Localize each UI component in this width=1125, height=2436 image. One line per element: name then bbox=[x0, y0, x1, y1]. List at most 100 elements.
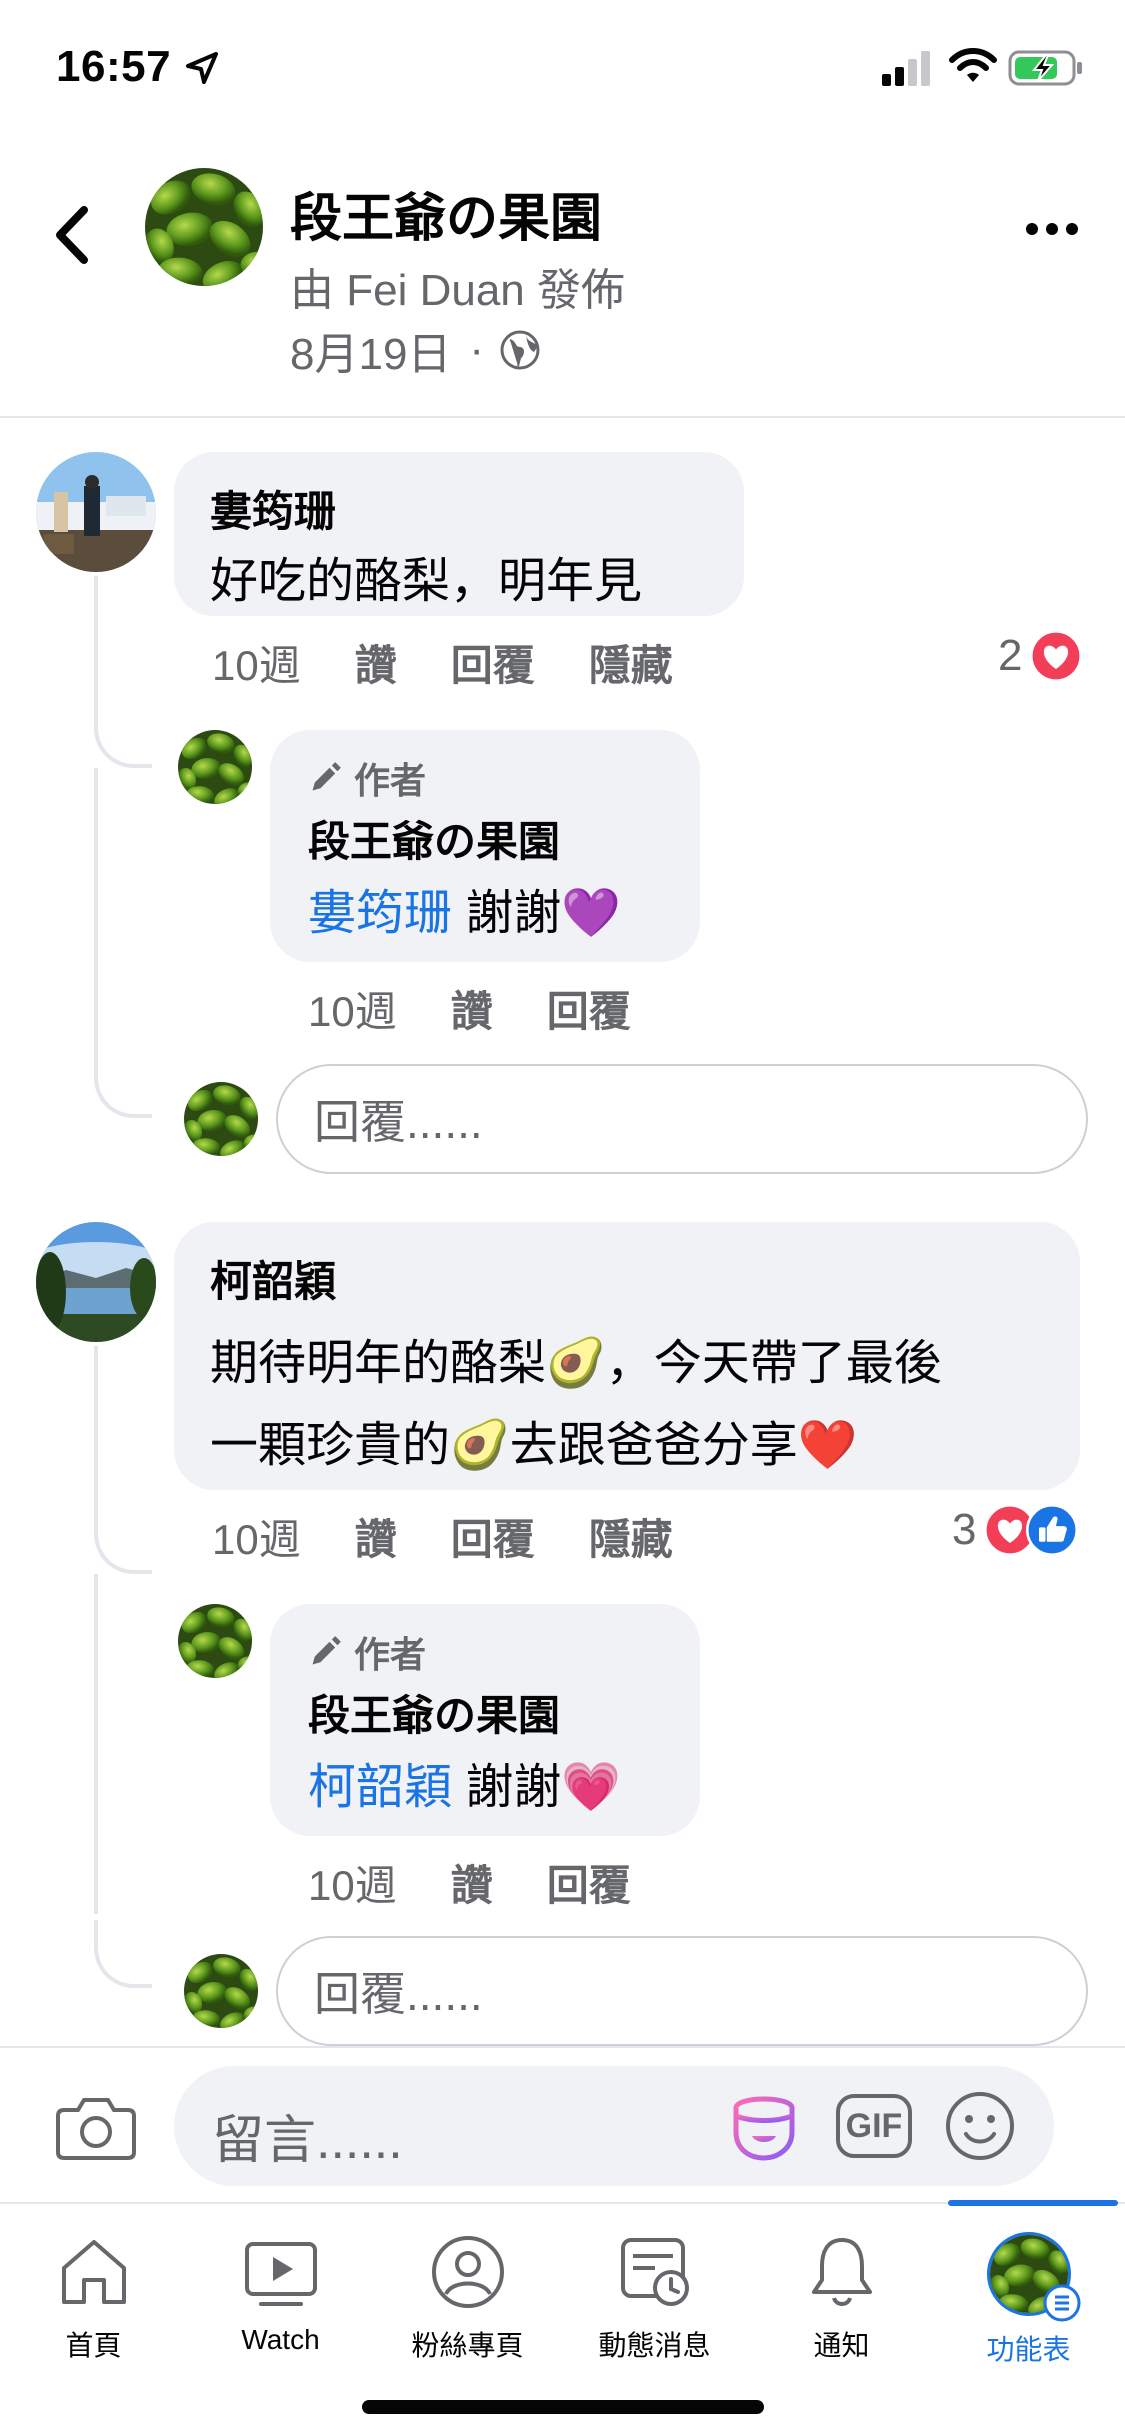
mention-link[interactable]: 婁筠珊 bbox=[308, 887, 452, 940]
page-avatar-small[interactable] bbox=[178, 730, 252, 804]
emoji-icon[interactable] bbox=[944, 2090, 1016, 2162]
thread-line bbox=[94, 1346, 98, 1516]
globe-icon bbox=[500, 330, 540, 370]
reply-input[interactable]: 回覆...... bbox=[276, 1064, 1088, 1174]
avatar-sticker-icon[interactable] bbox=[726, 2088, 802, 2164]
reply-input[interactable]: 回覆...... bbox=[276, 1936, 1088, 2046]
reaction-count: 3 bbox=[952, 1505, 977, 1554]
reply-message: 謝謝💜 bbox=[452, 887, 622, 940]
author-badge: 作者 bbox=[308, 752, 700, 804]
hide-button[interactable]: 隱藏 bbox=[589, 632, 673, 693]
page-avatar[interactable] bbox=[145, 168, 263, 286]
feeds-icon bbox=[620, 2238, 689, 2306]
bottom-tab-bar: 首頁 Watch 粉絲專頁 動態消息 通知 功能表 bbox=[0, 2200, 1125, 2436]
like-button[interactable]: 讚 bbox=[355, 632, 397, 693]
reply-button[interactable]: 回覆 bbox=[547, 1852, 631, 1913]
reply-text: 柯韶穎 謝謝💗 bbox=[308, 1747, 700, 1817]
battery-icon bbox=[1008, 50, 1082, 86]
reply-button[interactable]: 回覆 bbox=[451, 1506, 535, 1567]
reaction-summary[interactable]: 2 bbox=[998, 630, 1082, 682]
love-reaction-icon bbox=[1030, 630, 1082, 682]
hamburger-badge-icon bbox=[1043, 2284, 1080, 2322]
page-avatar-small[interactable] bbox=[178, 1604, 252, 1678]
like-reaction-icon bbox=[1026, 1504, 1078, 1556]
comment-time: 10週 bbox=[212, 1516, 301, 1563]
commenter-avatar[interactable] bbox=[36, 1222, 156, 1342]
status-bar: 16:57 bbox=[0, 0, 1125, 140]
comment-input-placeholder: 留言...... bbox=[212, 2112, 403, 2170]
page-title[interactable]: 段王爺の果園 bbox=[290, 176, 602, 251]
camera-icon[interactable] bbox=[56, 2094, 136, 2160]
pencil-icon bbox=[308, 761, 342, 795]
bell-icon bbox=[811, 2238, 872, 2306]
reply-bubble[interactable]: 作者 段王爺の果園 婁筠珊 謝謝💜 bbox=[270, 730, 700, 962]
tab-home[interactable]: 首頁 bbox=[0, 2204, 187, 2374]
watch-icon bbox=[244, 2242, 317, 2306]
tab-label: 動態消息 bbox=[598, 2330, 711, 2361]
thread-line bbox=[94, 768, 98, 1058]
home-icon bbox=[61, 2240, 126, 2304]
reply-time: 10週 bbox=[308, 1862, 397, 1909]
mention-link[interactable]: 柯韶穎 bbox=[308, 1761, 452, 1814]
comment-bubble[interactable]: 婁筠珊 好吃的酪梨，明年見 bbox=[174, 452, 744, 616]
tab-label: 首頁 bbox=[65, 2330, 122, 2361]
commenter-avatar[interactable] bbox=[36, 452, 156, 572]
post-date: 8月19日 · bbox=[290, 318, 542, 382]
reply-input-placeholder: 回覆...... bbox=[314, 1096, 483, 1148]
commenter-name[interactable]: 婁筠珊 bbox=[210, 478, 744, 539]
like-button[interactable]: 讚 bbox=[451, 1852, 493, 1913]
reply-actions: 10週 讚 回覆 bbox=[308, 1852, 685, 1913]
post-header: 段王爺の果園 由 Fei Duan 發佈 8月19日 · bbox=[0, 140, 1125, 418]
date-separator: · bbox=[469, 325, 485, 374]
reply-button[interactable]: 回覆 bbox=[451, 632, 535, 693]
gif-button[interactable]: GIF bbox=[836, 2094, 912, 2158]
menu-icon bbox=[986, 2232, 1080, 2322]
comment-actions: 10週 讚 回覆 隱藏 bbox=[212, 1506, 727, 1567]
tab-label: Watch bbox=[241, 2324, 320, 2355]
tab-notifications[interactable]: 通知 bbox=[748, 2204, 935, 2374]
posted-by: 由 Fei Duan 發佈 bbox=[290, 266, 625, 315]
tab-feeds[interactable]: 動態消息 bbox=[561, 2204, 748, 2374]
more-options-icon[interactable] bbox=[1024, 214, 1080, 244]
reaction-count: 2 bbox=[998, 631, 1023, 680]
author-badge: 作者 bbox=[308, 1626, 700, 1678]
tab-menu[interactable]: 功能表 bbox=[935, 2204, 1122, 2374]
author-badge-label: 作者 bbox=[354, 1634, 427, 1675]
current-user-avatar bbox=[184, 1082, 258, 1156]
reply-bubble[interactable]: 作者 段王爺の果園 柯韶穎 謝謝💗 bbox=[270, 1604, 700, 1836]
thread-connector bbox=[94, 1506, 152, 1574]
thread-line bbox=[94, 1574, 98, 1914]
post-date-text: 8月19日 bbox=[290, 330, 452, 379]
comment-time: 10週 bbox=[212, 642, 301, 689]
reply-author-name[interactable]: 段王爺の果園 bbox=[308, 1682, 700, 1743]
comment-composer: 留言...... GIF bbox=[0, 2046, 1125, 2202]
comment-input[interactable]: 留言...... GIF bbox=[174, 2066, 1054, 2186]
reply-author-name[interactable]: 段王爺の果園 bbox=[308, 808, 700, 869]
comment-text: 好吃的酪梨，明年見 bbox=[210, 555, 643, 608]
tab-watch[interactable]: Watch bbox=[187, 2204, 374, 2374]
reply-message: 謝謝💗 bbox=[452, 1761, 622, 1814]
like-button[interactable]: 讚 bbox=[451, 978, 493, 1039]
comment-text-line-2: 一顆珍貴的🥑去跟爸爸分享❤️ bbox=[210, 1419, 858, 1472]
reply-input-placeholder: 回覆...... bbox=[314, 1968, 483, 2020]
pages-icon bbox=[431, 2236, 504, 2308]
reaction-summary[interactable]: 3 bbox=[952, 1504, 1078, 1556]
like-button[interactable]: 讚 bbox=[355, 1506, 397, 1567]
wifi-icon bbox=[949, 48, 997, 82]
tab-pages[interactable]: 粉絲專頁 bbox=[374, 2204, 561, 2374]
comment-text-line-1: 期待明年的酪梨🥑，今天帶了最後 bbox=[210, 1337, 942, 1390]
commenter-name[interactable]: 柯韶穎 bbox=[210, 1248, 1080, 1309]
thread-connector bbox=[94, 1920, 152, 1988]
comment-actions: 10週 讚 回覆 隱藏 bbox=[212, 632, 727, 693]
thread-connector bbox=[94, 700, 152, 768]
home-indicator bbox=[362, 2400, 764, 2414]
author-badge-label: 作者 bbox=[354, 760, 427, 801]
signal-icon bbox=[882, 51, 930, 86]
reply-button[interactable]: 回覆 bbox=[547, 978, 631, 1039]
location-arrow-icon bbox=[186, 52, 218, 84]
back-chevron-icon[interactable] bbox=[50, 200, 94, 270]
reply-time: 10週 bbox=[308, 988, 397, 1035]
current-user-avatar bbox=[184, 1954, 258, 2028]
hide-button[interactable]: 隱藏 bbox=[589, 1506, 673, 1567]
comment-bubble[interactable]: 柯韶穎 期待明年的酪梨🥑，今天帶了最後 一顆珍貴的🥑去跟爸爸分享❤️ bbox=[174, 1222, 1080, 1490]
